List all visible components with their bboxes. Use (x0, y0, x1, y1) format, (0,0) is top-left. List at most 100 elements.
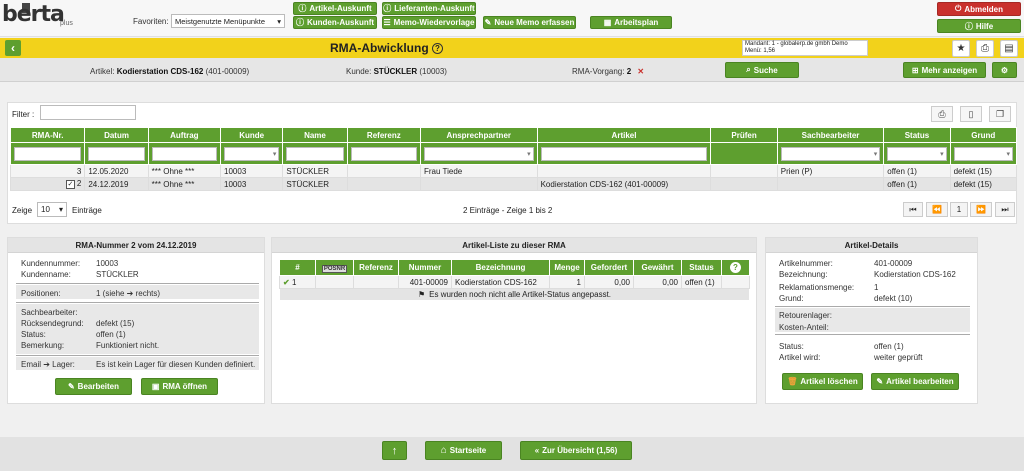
memo-wiedervorlage-button[interactable]: ☰ Memo-Wiedervorlage (382, 16, 476, 29)
print-button[interactable]: ⎙ (976, 40, 994, 57)
clear-icon[interactable]: ✕ (637, 67, 644, 76)
artikel-bearbeiten-button[interactable]: ✎ Artikel bearbeiten (871, 373, 959, 390)
col-header[interactable]: Kunde (220, 127, 284, 143)
abmelden-button[interactable]: ⏻ Abmelden (937, 2, 1021, 16)
table-row[interactable]: ✔ 1 401-00009 Kodierstation CDS-162 1 0,… (279, 275, 750, 289)
artikelnummer-label: Artikelnummer: (779, 259, 833, 268)
col-header[interactable]: Ansprechpartner (420, 127, 538, 143)
col-header[interactable]: Referenz (346, 127, 422, 143)
favorite-button[interactable]: ★ (952, 40, 970, 57)
lieferanten-auskunft-label: Lieferanten-Auskunft (394, 4, 475, 13)
neue-memo-button[interactable]: ✎ Neue Memo erfassen (483, 16, 576, 29)
table-row[interactable]: ✓ 2 24.12.2019 *** Ohne *** 10003 STÜCKLE… (9, 177, 1018, 191)
col-header[interactable]: Sachbearbeiter (776, 127, 885, 143)
col-header[interactable]: Auftrag (147, 127, 222, 143)
title-bar (0, 38, 1024, 58)
artikel-details-title: Artikel-Details (766, 238, 977, 253)
column-filter-input[interactable] (88, 146, 145, 161)
col-header: Nummer (398, 259, 452, 276)
column-filter-select[interactable]: ▾ (887, 146, 947, 161)
column-filter-input[interactable] (14, 146, 82, 161)
retourenlager-label: Retourenlager: (779, 311, 832, 320)
column-filter-select[interactable]: ▾ (953, 146, 1013, 161)
vorgang-value: 2 (626, 67, 632, 76)
chevron-down-icon: ▾ (1006, 150, 1010, 158)
ruecksendegrund-label: Rücksendegrund: (21, 319, 84, 328)
pencil-icon: ✎ (484, 18, 492, 27)
cell-kunde: 10003 (220, 177, 284, 191)
menu-line: Menü: 1,56 (745, 48, 776, 54)
artikel-bearbeiten-label: Artikel bearbeiten (886, 377, 954, 386)
kunden-auskunft-button[interactable]: ⓘ Kunden-Auskunft (293, 16, 377, 29)
cell-datum: 12.05.2020 (84, 164, 149, 178)
column-filter-input[interactable] (350, 146, 417, 161)
table-row[interactable]: 3 12.05.2020 *** Ohne *** 10003 STÜCKLER… (9, 164, 1018, 178)
info-icon: ⓘ (298, 4, 307, 13)
footer-bar (0, 437, 1024, 471)
email-value: Es ist kein Lager für diesen Kunden defi… (96, 360, 256, 369)
favorites-select[interactable]: Meistgenutzte Menüpunkte ▾ (171, 14, 285, 28)
cell-gefordert: 0,00 (584, 275, 634, 289)
next-page-button[interactable]: ⏩ (970, 202, 992, 217)
uebersicht-button[interactable]: «Zur Übersicht (1,56) (520, 441, 632, 460)
artikel-loeschen-button[interactable]: 🗑 Artikel löschen (782, 373, 863, 390)
export-button[interactable]: ▯ (960, 106, 982, 122)
col-header[interactable]: Status (883, 127, 951, 143)
column-filter-input[interactable] (151, 146, 218, 161)
cell-status: offen (1) (883, 177, 951, 191)
mehr-anzeigen-button[interactable]: ⊞ Mehr anzeigen (903, 62, 986, 78)
home-icon: ⌂ (440, 445, 447, 456)
column-filter-input[interactable] (286, 146, 344, 161)
col-header[interactable]: Prüfen (710, 127, 778, 143)
current-page-button[interactable]: 1 (950, 202, 968, 217)
startseite-label: Startseite (449, 446, 487, 455)
filter-label: Filter : (12, 110, 35, 119)
rma-oeffnen-button[interactable]: ▣ RMA öffnen (141, 378, 218, 395)
scroll-top-button[interactable]: ↑ (382, 441, 407, 460)
cell-referenz (346, 164, 422, 178)
chevron-down-icon: ▾ (58, 205, 63, 214)
cell-nr: 3 (9, 164, 86, 178)
hilfe-button[interactable]: ⓘ Hilfe (937, 19, 1021, 33)
column-filter-select[interactable]: ▾ (224, 146, 280, 161)
lieferanten-auskunft-button[interactable]: ⓘ Lieferanten-Auskunft (382, 2, 476, 15)
status-note-text: Es wurden noch nicht alle Artikel-Status… (429, 290, 612, 299)
arbeitsplan-button[interactable]: ▦ Arbeitsplan (590, 16, 672, 29)
bearbeiten-button[interactable]: ✎ Bearbeiten (55, 378, 132, 395)
kundenname-value: STÜCKLER (96, 270, 139, 279)
column-filter-input[interactable] (540, 146, 708, 161)
col-header[interactable]: Name (282, 127, 348, 143)
first-page-button[interactable]: ⏮ (903, 202, 923, 217)
print-list-button[interactable]: ⎙ (931, 106, 953, 122)
prev-page-button[interactable]: ⏪ (926, 202, 948, 217)
star-icon: ★ (956, 43, 966, 54)
help-icon[interactable]: ? (432, 43, 443, 54)
artikel-label: Artikel: (90, 67, 115, 76)
col-header[interactable]: RMA-Nr. (9, 127, 86, 143)
artikel-auskunft-button[interactable]: ⓘ Artikel-Auskunft (293, 2, 377, 15)
startseite-button[interactable]: ⌂ Startseite (425, 441, 502, 460)
filter-row: ▾ ▾ ▾ ▾ ▾ (9, 142, 1018, 165)
copy-button[interactable]: ❐ (989, 106, 1011, 122)
col-header[interactable]: Grund (949, 127, 1018, 143)
settings-button[interactable]: ⚙ (992, 62, 1017, 78)
column-filter-select[interactable]: ▾ (780, 146, 881, 161)
page-size-select[interactable]: 10 ▾ (37, 202, 67, 217)
bearbeiten-label: Bearbeiten (77, 382, 120, 391)
suche-button[interactable]: ⌕ Suche (725, 62, 799, 78)
last-page-button[interactable]: ⏭ (995, 202, 1015, 217)
help-icon[interactable]: ? (721, 259, 750, 276)
kundenname-label: Kundenname: (21, 270, 71, 279)
column-filter-select[interactable]: ▾ (424, 146, 534, 161)
checked-checkbox-icon[interactable]: ✓ (65, 180, 75, 189)
copy-icon: ❐ (995, 108, 1005, 119)
filter-input[interactable] (40, 105, 136, 120)
cell-name: STÜCKLER (282, 177, 348, 191)
artikel-auskunft-label: Artikel-Auskunft (309, 4, 372, 13)
book-button[interactable]: ▤ (1000, 40, 1018, 57)
col-header[interactable]: Artikel (536, 127, 712, 143)
plus-icon: ⊞ (911, 65, 919, 75)
uebersicht-label: Zur Übersicht (1,56) (542, 446, 618, 455)
back-button[interactable]: ‹ (5, 40, 21, 56)
col-header[interactable]: Datum (84, 127, 149, 143)
